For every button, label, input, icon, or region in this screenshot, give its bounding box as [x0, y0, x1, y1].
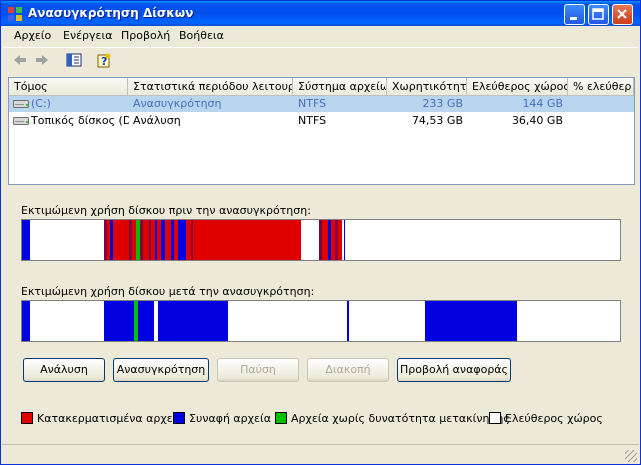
- usage-segment: [136, 220, 140, 260]
- usage-segment: [347, 301, 349, 341]
- drive-icon: [13, 117, 29, 125]
- maximize-icon: [592, 8, 604, 20]
- column-header-capacity[interactable]: Χωρητικότητα: [387, 78, 467, 96]
- volume-capacity: 74,53 GB: [411, 114, 463, 127]
- legend-swatch-unmovable: [275, 412, 287, 424]
- menu-file[interactable]: Αρχείο: [14, 29, 51, 42]
- legend-label-unmovable: Αρχεία χωρίς δυνατότητα μετακίνησης: [291, 412, 510, 425]
- pause-button[interactable]: Παύση: [217, 358, 299, 382]
- back-arrow-icon[interactable]: [12, 52, 28, 68]
- legend-unmovable: Αρχεία χωρίς δυνατότητα μετακίνησης: [275, 412, 510, 425]
- legend-contiguous: Συναφή αρχεία: [173, 412, 271, 425]
- legend-label-contiguous: Συναφή αρχεία: [189, 412, 271, 425]
- analyze-button[interactable]: Ανάλυση: [23, 358, 105, 382]
- column-header-file-system[interactable]: Σύστημα αρχείων: [293, 78, 387, 96]
- show-hide-tree-icon[interactable]: [66, 52, 82, 68]
- legend-swatch-free: [489, 412, 501, 424]
- usage-after-bar: [21, 300, 621, 342]
- volume-name: Τοπικός δίσκος (D:): [31, 114, 129, 127]
- menu-bar: Αρχείο Ενέργεια Προβολή Βοήθεια: [3, 27, 638, 46]
- usage-segment: [24, 220, 30, 260]
- volume-free-space: 36,40 GB: [511, 114, 563, 127]
- usage-segment: [338, 220, 342, 260]
- help-icon[interactable]: ?: [96, 52, 112, 68]
- usage-segment: [113, 220, 129, 260]
- legend-swatch-fragmented: [21, 412, 33, 424]
- usage-after-label: Εκτιμώμενη χρήση δίσκου μετά την ανασυγκ…: [21, 285, 315, 298]
- volume-file-system: NTFS: [298, 97, 327, 110]
- close-button[interactable]: [612, 4, 633, 25]
- defragment-button[interactable]: Ανασυγκρότηση: [113, 358, 209, 382]
- volume-status: Ανάλυση: [133, 114, 181, 127]
- minimize-button[interactable]: [564, 4, 585, 25]
- legend-fragmented: Κατακερματισμένα αρχεία: [21, 412, 184, 425]
- view-report-button[interactable]: Προβολή αναφοράς: [397, 358, 511, 382]
- defrag-app-icon: [8, 7, 22, 21]
- close-icon: [617, 9, 627, 19]
- usage-segment: [134, 301, 138, 341]
- toolbar: ?: [3, 47, 638, 73]
- status-bar: [2, 444, 639, 464]
- minimize-icon: [570, 17, 577, 20]
- volume-capacity: 233 GB: [422, 97, 463, 110]
- forward-arrow-icon[interactable]: [34, 52, 50, 68]
- window-title: Ανασυγκρότηση Δίσκων: [28, 6, 194, 20]
- volume-row-d[interactable]: Τοπικός δίσκος (D:) Ανάλυση NTFS 74,53 G…: [9, 113, 634, 129]
- title-bar[interactable]: Ανασυγκρότηση Δίσκων: [1, 1, 640, 26]
- usage-segment: [178, 220, 186, 260]
- legend-label-fragmented: Κατακερματισμένα αρχεία: [37, 412, 184, 425]
- volume-file-system: NTFS: [298, 114, 327, 127]
- volume-status: Ανασυγκρότηση: [133, 97, 222, 110]
- legend-swatch-contiguous: [173, 412, 185, 424]
- volume-name: (C:): [31, 97, 51, 110]
- menu-help[interactable]: Βοήθεια: [179, 29, 224, 42]
- drive-icon: [13, 100, 29, 108]
- maximize-button[interactable]: [588, 4, 609, 25]
- volume-row-c[interactable]: (C:) Ανασυγκρότηση NTFS 233 GB 144 GB: [9, 96, 634, 112]
- legend-label-free: Ελεύθερος χώρος: [505, 412, 603, 425]
- column-header-session-status[interactable]: Στατιστικά περιόδου λειτουργίας: [128, 78, 293, 96]
- volume-free-space: 144 GB: [522, 97, 563, 110]
- menu-view[interactable]: Προβολή: [121, 29, 170, 42]
- column-header-free-space[interactable]: Ελεύθερος χώρος: [467, 78, 568, 96]
- usage-segment: [193, 220, 301, 260]
- resize-grip[interactable]: [625, 450, 637, 462]
- volume-list[interactable]: Τόμος Στατιστικά περιόδου λειτουργίας Σύ…: [8, 77, 635, 185]
- stop-button[interactable]: Διακοπή: [307, 358, 389, 382]
- defrag-window: Ανασυγκρότηση Δίσκων Αρχείο Ενέργεια Προ…: [0, 0, 641, 465]
- usage-segment: [104, 301, 228, 341]
- menu-action[interactable]: Ενέργεια: [63, 29, 112, 42]
- usage-before-bar: [21, 219, 621, 261]
- legend-free: Ελεύθερος χώρος: [489, 412, 603, 425]
- usage-before-label: Εκτιμώμενη χρήση δίσκου πριν την ανασυγκ…: [21, 204, 311, 217]
- usage-segment: [344, 220, 345, 260]
- usage-segment: [425, 301, 517, 341]
- usage-segment: [154, 301, 158, 341]
- column-header-percent-free[interactable]: % ελεύθερ: [568, 78, 634, 96]
- usage-segment: [22, 301, 30, 341]
- column-header-volume[interactable]: Τόμος: [9, 78, 128, 96]
